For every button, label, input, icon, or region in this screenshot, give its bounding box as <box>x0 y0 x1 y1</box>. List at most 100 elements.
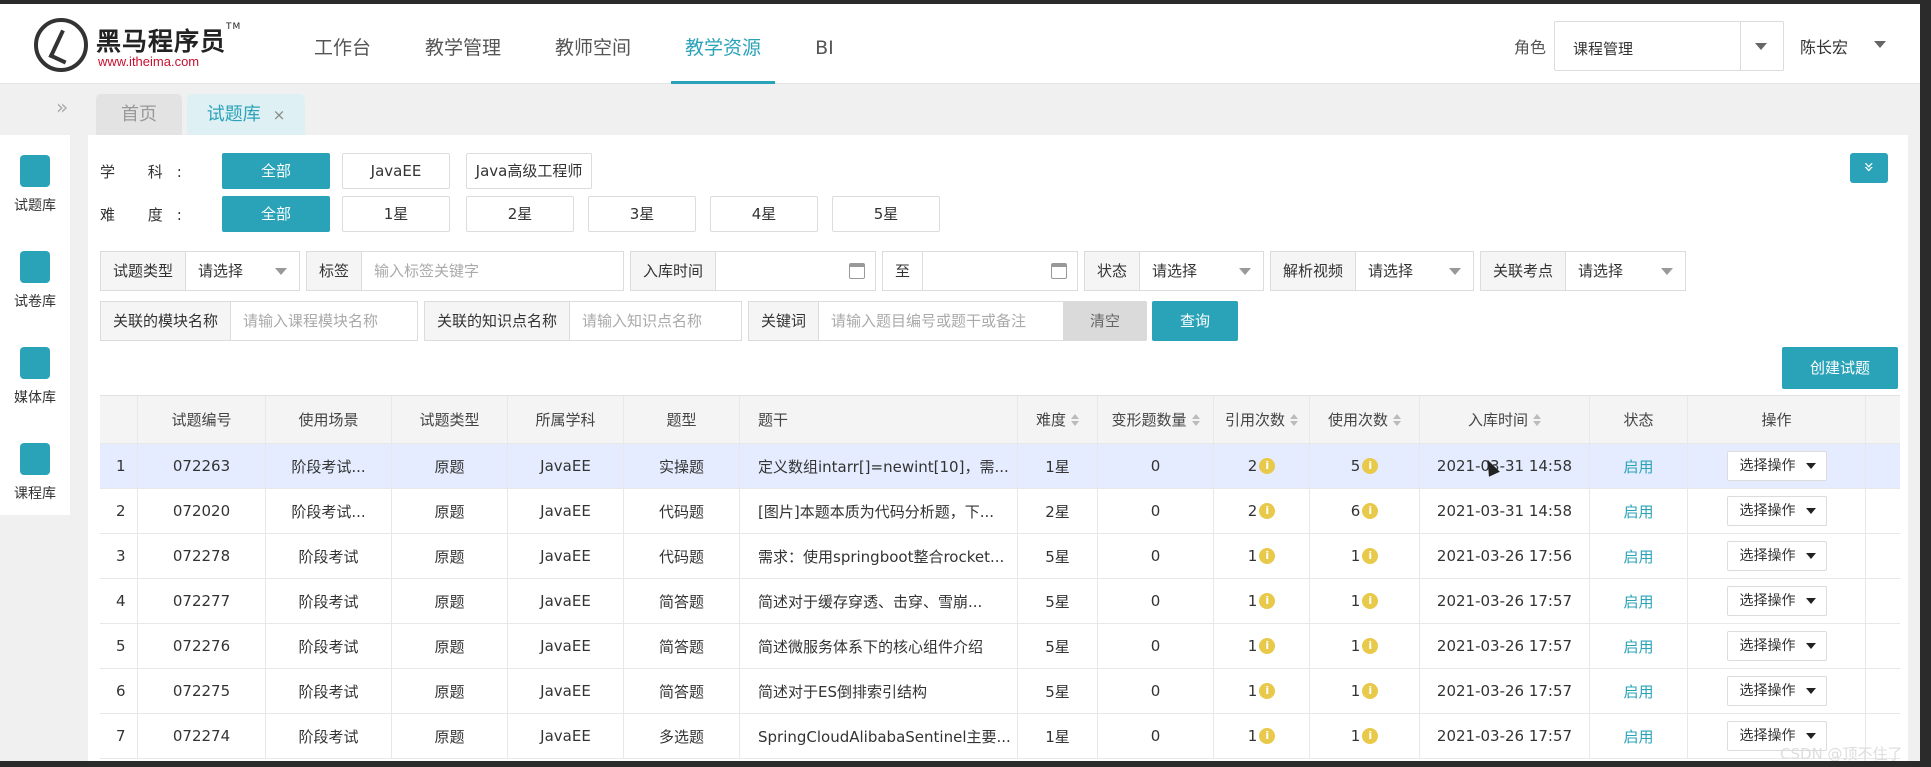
info-icon[interactable]: i <box>1259 728 1276 744</box>
difficulty-chip-2[interactable]: 2星 <box>466 196 574 232</box>
status-link[interactable]: 启用 <box>1590 669 1688 713</box>
status-link[interactable]: 启用 <box>1590 714 1688 758</box>
info-icon[interactable]: i <box>1259 503 1276 519</box>
usage-scene-text: 阶段考试... <box>291 502 366 521</box>
knowledge-input[interactable]: 请输入知识点名称 <box>570 302 741 340</box>
select-action-dropdown[interactable]: 选择操作 <box>1726 496 1827 526</box>
status-link[interactable]: 启用 <box>1590 444 1688 488</box>
table-row[interactable]: 4 072277 阶段考试 原题 JavaEE 简答题 简述对于缓存穿透、击穿、雪崩... 5… <box>100 579 1900 624</box>
select-action-dropdown[interactable]: 选择操作 <box>1726 676 1827 706</box>
info-icon[interactable]: i <box>1259 548 1276 564</box>
subject-chip-javaee[interactable]: JavaEE <box>342 153 450 189</box>
info-icon[interactable]: i <box>1362 548 1379 564</box>
date-label: 入库时间 <box>631 252 717 290</box>
subject-chip-java-senior[interactable]: Java高级工程师 <box>466 153 592 189</box>
date-end-input[interactable] <box>923 252 1077 290</box>
nav-teaching-resources[interactable]: 教学资源 <box>671 4 776 84</box>
state-select[interactable]: 状态 请选择 <box>1084 251 1264 291</box>
status-link-text: 启用 <box>1623 547 1654 566</box>
module-input[interactable]: 请输入课程模块名称 <box>231 302 417 340</box>
user-name[interactable]: 陈长宏 <box>1800 34 1848 58</box>
difficulty-text: 1星 <box>1045 727 1070 746</box>
info-icon[interactable]: i <box>1362 593 1379 609</box>
status-link[interactable]: 启用 <box>1590 534 1688 578</box>
table-row[interactable]: 5 072276 阶段考试 原题 JavaEE 简答题 简述微服务体系下的核心组件介绍 5星 0… <box>100 624 1900 669</box>
select-action-dropdown[interactable]: 选择操作 <box>1726 631 1827 661</box>
info-icon[interactable]: i <box>1362 728 1379 744</box>
logo[interactable]: 黑马程序员TM www.itheima.com <box>34 14 244 74</box>
question-id-text: 072276 <box>172 637 231 655</box>
table-row[interactable]: 1 072263 阶段考试... 原题 JavaEE 实操题 定义数组intarr[]=ne… <box>100 444 1900 489</box>
info-icon[interactable]: i <box>1259 593 1276 609</box>
nav-bi[interactable]: BI <box>801 4 848 84</box>
sidebar-item-course-bank[interactable]: 课程库 <box>0 443 70 503</box>
exam-point-select[interactable]: 关联考点 请选择 <box>1480 251 1686 291</box>
storage-date-text: 2021-03-31 14:58 <box>1436 502 1573 520</box>
difficulty-chip-5[interactable]: 5星 <box>832 196 940 232</box>
header-level[interactable]: 难度 <box>1018 396 1098 443</box>
table-row[interactable]: 6 072275 阶段考试 原题 JavaEE 简答题 简述对于ES倒排索引结构 5星 0 1 i 1… <box>100 669 1900 714</box>
table-row[interactable]: 7 072274 阶段考试 原题 JavaEE 多选题 SpringCloudAlibaba… <box>100 714 1900 759</box>
close-icon[interactable]: × <box>273 106 286 124</box>
collapse-sidebar-icon[interactable]: » <box>56 95 68 119</box>
clear-button[interactable]: 清空 <box>1063 301 1147 341</box>
usage-count-text: 1 <box>1350 547 1361 565</box>
header-uses[interactable]: 使用次数 <box>1310 396 1420 443</box>
header-date[interactable]: 入库时间 <box>1420 396 1590 443</box>
chevron-down-icon <box>1239 268 1251 275</box>
select-action-dropdown[interactable]: 选择操作 <box>1726 541 1827 571</box>
select-action-dropdown[interactable]: 选择操作 <box>1726 451 1827 481</box>
sidebar-item-media-bank[interactable]: 媒体库 <box>0 347 70 407</box>
info-icon[interactable]: i <box>1362 458 1379 474</box>
info-icon[interactable]: i <box>1362 503 1379 519</box>
sidebar-item-label: 媒体库 <box>14 390 56 406</box>
row-index-text: 3 <box>116 547 126 565</box>
difficulty-chip-3[interactable]: 3星 <box>588 196 696 232</box>
keyword-input[interactable]: 请输入题目编号或题干或备注 <box>819 302 1065 340</box>
question-type: 原题 <box>392 714 508 758</box>
tab-question-bank[interactable]: 试题库 × <box>187 94 305 135</box>
header-refs[interactable]: 引用次数 <box>1214 396 1310 443</box>
subject-text: JavaEE <box>540 727 591 745</box>
table-row[interactable]: 2 072020 阶段考试... 原题 JavaEE 代码题 [图片]本题本质为代码分析题，… <box>100 489 1900 534</box>
select-action-dropdown[interactable]: 选择操作 <box>1726 586 1827 616</box>
info-icon[interactable]: i <box>1362 638 1379 654</box>
sidebar-item-paper-bank[interactable]: 试卷库 <box>0 251 70 311</box>
sort-icon <box>1071 413 1079 426</box>
difficulty-chip-all[interactable]: 全部 <box>222 196 330 232</box>
difficulty-chip-1[interactable]: 1星 <box>342 196 450 232</box>
query-button[interactable]: 查询 <box>1152 301 1238 341</box>
status-link[interactable]: 启用 <box>1590 624 1688 668</box>
question-id-text: 072275 <box>172 682 231 700</box>
header-variants[interactable]: 变形题数量 <box>1098 396 1214 443</box>
info-icon[interactable]: i <box>1259 683 1276 699</box>
tab-home[interactable]: 首页 <box>96 94 182 135</box>
state-value: 请选择 <box>1152 262 1198 280</box>
question-type-select[interactable]: 试题类型 请选择 <box>100 251 300 291</box>
sidebar-item-question-bank[interactable]: 试题库 <box>0 155 70 215</box>
info-icon[interactable]: i <box>1259 458 1276 474</box>
video-select[interactable]: 解析视频 请选择 <box>1270 251 1474 291</box>
user-menu-chevron-down-icon[interactable] <box>1874 41 1886 48</box>
status-link[interactable]: 启用 <box>1590 489 1688 533</box>
tag-input[interactable]: 输入标签关键字 <box>362 252 623 290</box>
usage-scene-text: 阶段考试 <box>298 637 359 656</box>
nav-workbench[interactable]: 工作台 <box>300 4 385 84</box>
role-select[interactable]: 课程管理 <box>1554 21 1784 71</box>
info-icon[interactable]: i <box>1362 683 1379 699</box>
subject-chip-all[interactable]: 全部 <box>222 153 330 189</box>
variant-count-text: 0 <box>1150 727 1161 745</box>
status-link[interactable]: 启用 <box>1590 579 1688 623</box>
nav-teaching-management[interactable]: 教学管理 <box>411 4 515 84</box>
difficulty: 1星 <box>1018 714 1098 758</box>
date-start-input[interactable] <box>716 252 875 290</box>
reference-count: 2i <box>1214 444 1310 488</box>
difficulty-chip-4[interactable]: 4星 <box>710 196 818 232</box>
nav-teacher-space[interactable]: 教师空间 <box>541 4 645 84</box>
expand-filters-icon[interactable]: » <box>1850 153 1888 183</box>
create-question-button[interactable]: 创建试题 <box>1782 347 1898 389</box>
question-type-text: 原题 <box>434 637 465 656</box>
info-icon[interactable]: i <box>1259 638 1276 654</box>
table-row[interactable]: 3 072278 阶段考试 原题 JavaEE 代码题 需求：使用springboot整合r… <box>100 534 1900 579</box>
question-kind: 简答题 <box>624 669 740 713</box>
